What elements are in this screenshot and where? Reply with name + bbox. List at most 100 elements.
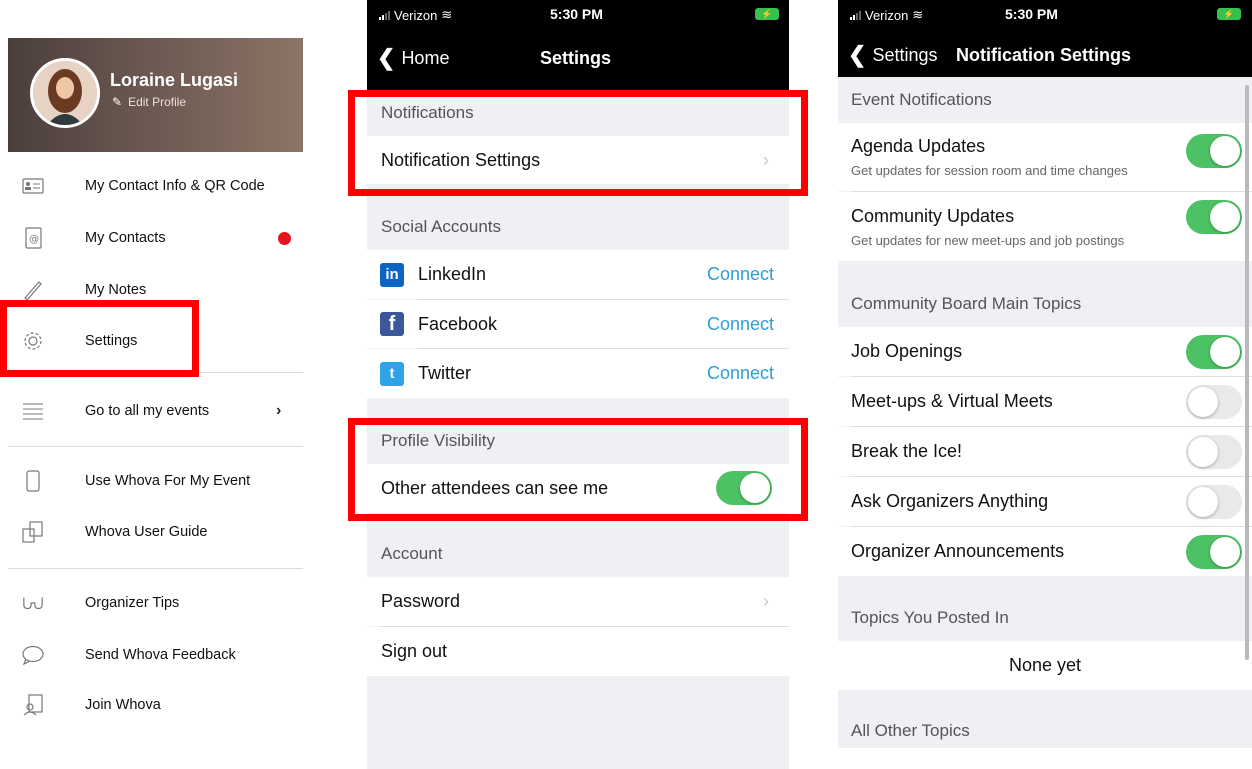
chevron-left-icon: ❮ bbox=[377, 45, 396, 70]
social-name: Twitter bbox=[418, 363, 472, 383]
ask-organizers-toggle[interactable] bbox=[1186, 485, 1242, 519]
section-header-event-notifications: Event Notifications bbox=[838, 77, 1252, 123]
battery-icon: ⚡ bbox=[755, 8, 779, 20]
topic-label: Job Openings bbox=[851, 341, 963, 361]
carrier-label: Verizon bbox=[865, 7, 909, 23]
speech-bubble-icon bbox=[22, 644, 44, 666]
back-label: Home bbox=[401, 47, 450, 68]
back-label: Settings bbox=[872, 44, 938, 65]
person-document-icon bbox=[22, 694, 44, 716]
social-name: LinkedIn bbox=[418, 264, 487, 284]
meetups-toggle[interactable] bbox=[1186, 385, 1242, 419]
menu-item-my-contacts[interactable]: @ My Contacts bbox=[8, 216, 303, 260]
topic-row: Ask Organizers Anything bbox=[838, 477, 1252, 526]
carrier-label: Verizon bbox=[394, 7, 438, 23]
social-row-twitter: t Twitter Connect bbox=[367, 349, 789, 398]
signal-icon bbox=[379, 10, 390, 20]
menu-item-use-whova[interactable]: Use Whova For My Event bbox=[8, 459, 303, 503]
topic-label: Ask Organizers Anything bbox=[851, 491, 1049, 511]
chevron-right-icon: › bbox=[276, 402, 282, 419]
status-bar: Verizon ≋ 5:30 PM ⚡ bbox=[838, 0, 1252, 32]
menu-label-organizer-tips: Organizer Tips bbox=[85, 595, 180, 611]
community-updates-row: Community Updates Get updates for new me… bbox=[838, 192, 1252, 261]
social-row-linkedin: in LinkedIn Connect bbox=[367, 250, 789, 299]
menu-label-user-guide: Whova User Guide bbox=[85, 524, 208, 540]
chevron-right-icon: › bbox=[763, 591, 769, 611]
topic-row: Meet-ups & Virtual Meets bbox=[838, 377, 1252, 426]
contact-card-icon bbox=[22, 175, 44, 197]
sign-out-label: Sign out bbox=[381, 641, 448, 661]
section-header-account: Account bbox=[367, 531, 789, 577]
social-name: Facebook bbox=[418, 313, 498, 334]
status-time: 5:30 PM bbox=[1005, 6, 1058, 22]
sign-out-row[interactable]: Sign out bbox=[367, 627, 789, 676]
status-bar: Verizon ≋ 5:30 PM ⚡ bbox=[367, 0, 789, 30]
topic-row: Organizer Announcements bbox=[838, 527, 1252, 576]
none-yet-row: None yet bbox=[838, 641, 1252, 690]
notification-highlight-box bbox=[348, 90, 808, 196]
section-header-posted-topics: Topics You Posted In bbox=[838, 594, 1252, 641]
profile-header[interactable]: Loraine Lugasi ✎ Edit Profile bbox=[8, 38, 303, 152]
topic-label: Meet-ups & Virtual Meets bbox=[851, 391, 1053, 411]
avatar[interactable] bbox=[30, 58, 100, 128]
visibility-highlight-box bbox=[348, 418, 808, 521]
menu-label-use-whova: Use Whova For My Event bbox=[85, 473, 251, 489]
menu-item-user-guide[interactable]: Whova User Guide bbox=[8, 510, 303, 554]
notification-dot bbox=[278, 231, 291, 245]
social-row-facebook: f Facebook Connect bbox=[367, 300, 789, 348]
guide-icon bbox=[22, 521, 44, 543]
agenda-updates-toggle[interactable] bbox=[1186, 134, 1242, 168]
connect-linkedin-button[interactable]: Connect bbox=[707, 264, 774, 285]
section-header-social: Social Accounts bbox=[367, 203, 789, 250]
back-button[interactable]: ❮ Home bbox=[377, 47, 449, 69]
status-time: 5:30 PM bbox=[550, 6, 603, 22]
menu-item-feedback[interactable]: Send Whova Feedback bbox=[8, 633, 303, 677]
community-updates-toggle[interactable] bbox=[1186, 200, 1242, 234]
settings-highlight-box bbox=[0, 300, 199, 377]
nav-bar: ❮ Home Settings bbox=[367, 30, 789, 90]
edit-profile-link[interactable]: ✎ Edit Profile bbox=[112, 95, 186, 109]
password-row[interactable]: Password › bbox=[367, 577, 789, 626]
menu-item-organizer-tips[interactable]: Organizer Tips bbox=[8, 581, 303, 625]
menu-label-my-contacts: My Contacts bbox=[85, 230, 166, 246]
agenda-updates-sub: Get updates for session room and time ch… bbox=[851, 163, 1128, 178]
community-updates-sub: Get updates for new meet-ups and job pos… bbox=[851, 233, 1125, 248]
connect-twitter-button[interactable]: Connect bbox=[707, 363, 774, 384]
agenda-updates-row: Agenda Updates Get updates for session r… bbox=[838, 123, 1252, 191]
glasses-icon bbox=[22, 592, 44, 614]
menu-divider bbox=[8, 568, 303, 569]
pen-icon bbox=[22, 279, 44, 301]
menu-label-contact-info: My Contact Info & QR Code bbox=[85, 178, 265, 194]
wifi-icon: ≋ bbox=[912, 7, 924, 22]
topic-row: Break the Ice! bbox=[838, 427, 1252, 476]
menu-item-contact-info[interactable]: My Contact Info & QR Code bbox=[8, 164, 303, 208]
nav-bar: ❮ Settings Notification Settings bbox=[838, 32, 1252, 77]
menu-item-join-whova[interactable]: Join Whova bbox=[8, 683, 303, 727]
menu-divider bbox=[8, 446, 303, 447]
connect-facebook-button[interactable]: Connect bbox=[707, 314, 774, 335]
topic-label: Organizer Announcements bbox=[851, 541, 1065, 561]
facebook-icon: f bbox=[380, 312, 404, 336]
none-yet-label: None yet bbox=[1008, 655, 1082, 675]
page-title: Settings bbox=[540, 48, 612, 68]
notification-settings-screen: Verizon ≋ 5:30 PM ⚡ ❮ Settings Notificat… bbox=[838, 0, 1252, 748]
community-updates-label: Community Updates bbox=[851, 206, 1015, 226]
menu-item-all-events[interactable]: Go to all my events › bbox=[8, 389, 303, 433]
menu-label-feedback: Send Whova Feedback bbox=[85, 647, 236, 663]
organizer-announcements-toggle[interactable] bbox=[1186, 535, 1242, 569]
twitter-icon: t bbox=[380, 361, 404, 386]
side-menu: Loraine Lugasi ✎ Edit Profile My Contact… bbox=[8, 38, 303, 728]
svg-text:@: @ bbox=[29, 234, 39, 245]
pencil-icon: ✎ bbox=[112, 95, 123, 109]
address-book-icon: @ bbox=[22, 227, 44, 249]
password-label: Password bbox=[381, 591, 461, 611]
back-button[interactable]: ❮ Settings bbox=[848, 44, 937, 66]
break-the-ice-toggle[interactable] bbox=[1186, 435, 1242, 469]
job-openings-toggle[interactable] bbox=[1186, 335, 1242, 369]
edit-profile-label: Edit Profile bbox=[128, 95, 187, 109]
page-title: Notification Settings bbox=[956, 45, 1131, 65]
linkedin-icon: in bbox=[380, 262, 404, 287]
carrier: Verizon ≋ bbox=[850, 7, 923, 23]
chevron-left-icon: ❮ bbox=[848, 42, 867, 67]
scrollbar[interactable] bbox=[1245, 85, 1249, 660]
